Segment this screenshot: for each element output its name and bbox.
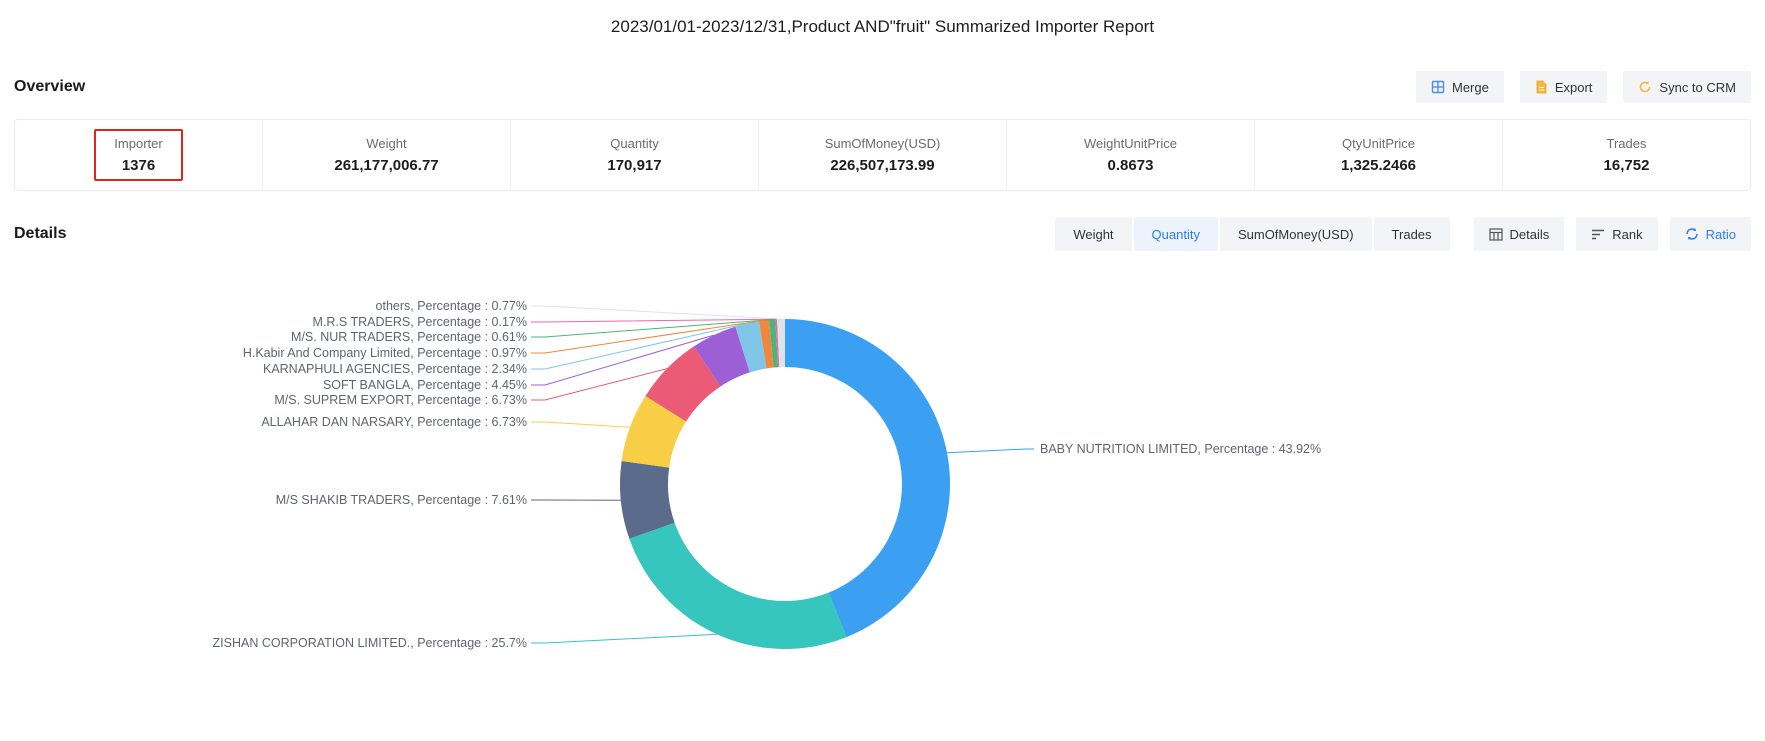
pie-label-m-s-shakib-traders: M/S SHAKIB TRADERS, Percentage : 7.61% [276, 493, 527, 507]
button-label: Export [1555, 80, 1593, 95]
rank-button[interactable]: Rank [1576, 217, 1657, 251]
stat-inner: SumOfMoney(USD) 226,507,173.99 [805, 129, 961, 181]
pie-leader-others [531, 306, 781, 319]
details-icon [1489, 228, 1503, 241]
stat-inner: WeightUnitPrice 0.8673 [1064, 129, 1197, 181]
stat-weight[interactable]: Weight 261,177,006.77 [262, 120, 510, 190]
stat-label: Quantity [607, 136, 661, 151]
stat-value: 226,507,173.99 [825, 157, 941, 174]
pie-label-m-s-suprem-export: M/S. SUPREM EXPORT, Percentage : 6.73% [274, 393, 527, 407]
overview-stats-bar: Importer 1376 Weight 261,177,006.77 Quantity… [14, 119, 1751, 191]
details-heading: Details [14, 225, 66, 243]
tab-trades[interactable]: Trades [1374, 217, 1450, 251]
pie-leader-zishan-corporation-limited [531, 634, 717, 643]
stat-value: 1,325.2466 [1341, 157, 1416, 174]
tab-quantity[interactable]: Quantity [1134, 217, 1218, 251]
pie-leader-baby-nutrition-limited [947, 449, 1034, 453]
button-label: Ratio [1706, 227, 1736, 242]
view-buttons: Details Rank Ratio [1474, 217, 1751, 251]
pie-label-baby-nutrition-limited: BABY NUTRITION LIMITED, Percentage : 43.… [1040, 442, 1321, 456]
stat-value: 0.8673 [1084, 157, 1177, 174]
merge-button[interactable]: Merge [1416, 71, 1504, 103]
stat-quantity[interactable]: Quantity 170,917 [510, 120, 758, 190]
stat-inner: QtyUnitPrice 1,325.2466 [1321, 129, 1436, 181]
stat-value: 261,177,006.77 [334, 157, 438, 174]
stat-weightunitprice[interactable]: WeightUnitPrice 0.8673 [1006, 120, 1254, 190]
metric-tabs: WeightQuantitySumOfMoney(USD)Trades [1055, 217, 1449, 251]
stat-value: 170,917 [607, 157, 661, 174]
stat-inner: Quantity 170,917 [587, 129, 681, 181]
pie-label-h-kabir-and-company-limited: H.Kabir And Company Limited, Percentage … [243, 346, 527, 360]
stat-label: QtyUnitPrice [1341, 136, 1416, 151]
stat-label: Importer [114, 136, 162, 151]
pie-label-karnaphuli-agencies: KARNAPHULI AGENCIES, Percentage : 2.34% [263, 362, 527, 376]
button-label: Sync to CRM [1659, 80, 1736, 95]
pie-slice-zishan-corporation-limited[interactable] [629, 523, 846, 649]
page: 2023/01/01-2023/12/31,Product AND"fruit"… [0, 0, 1765, 741]
overview-actions: Merge Export Sync to CRM [1416, 71, 1751, 103]
merge-icon [1431, 80, 1445, 94]
overview-header: Overview Merge Export Sync to CRM [14, 71, 1751, 103]
stat-qtyunitprice[interactable]: QtyUnitPrice 1,325.2466 [1254, 120, 1502, 190]
sync-to-crm-button[interactable]: Sync to CRM [1623, 71, 1751, 103]
details-header: Details WeightQuantitySumOfMoney(USD)Tra… [14, 217, 1751, 251]
pie-label-m-s-nur-traders: M/S. NUR TRADERS, Percentage : 0.61% [291, 330, 527, 344]
stat-label: SumOfMoney(USD) [825, 136, 941, 151]
pie-slice-baby-nutrition-limited[interactable] [785, 319, 950, 637]
importer-highlight-box: Importer 1376 [94, 129, 182, 181]
stat-value: 1376 [114, 157, 162, 174]
stat-label: WeightUnitPrice [1084, 136, 1177, 151]
details-controls: WeightQuantitySumOfMoney(USD)Trades Deta… [1055, 217, 1751, 251]
pie-label-allahar-dan-narsary: ALLAHAR DAN NARSARY, Percentage : 6.73% [261, 415, 527, 429]
pie-label-soft-bangla: SOFT BANGLA, Percentage : 4.45% [323, 378, 527, 392]
stat-label: Weight [334, 136, 438, 151]
button-label: Rank [1612, 227, 1642, 242]
details-button[interactable]: Details [1474, 217, 1565, 251]
button-label: Merge [1452, 80, 1489, 95]
stat-trades[interactable]: Trades 16,752 [1502, 120, 1750, 190]
ratio-button[interactable]: Ratio [1670, 217, 1751, 251]
pie-label-m-r-s-traders: M.R.S TRADERS, Percentage : 0.17% [313, 315, 527, 329]
stat-sumofmoney-usd[interactable]: SumOfMoney(USD) 226,507,173.99 [758, 120, 1006, 190]
stat-inner: Weight 261,177,006.77 [314, 129, 458, 181]
stat-importer[interactable]: Importer 1376 [15, 120, 262, 190]
ratio-pie-chart: others, Percentage : 0.77% M.R.S TRADERS,… [0, 285, 1765, 741]
stat-value: 16,752 [1604, 157, 1650, 174]
pie-label-zishan-corporation-limited: ZISHAN CORPORATION LIMITED., Percentage … [213, 636, 527, 650]
pie-leader-allahar-dan-narsary [531, 422, 630, 427]
sync-icon [1638, 80, 1652, 94]
pie-label-others: others, Percentage : 0.77% [376, 299, 527, 313]
stat-inner: Trades 16,752 [1584, 129, 1670, 181]
tab-weight[interactable]: Weight [1055, 217, 1131, 251]
stat-label: Trades [1604, 136, 1650, 151]
report-title: 2023/01/01-2023/12/31,Product AND"fruit"… [0, 0, 1765, 37]
export-icon [1535, 80, 1548, 94]
ratio-icon [1685, 227, 1699, 241]
export-button[interactable]: Export [1520, 71, 1608, 103]
overview-heading: Overview [14, 78, 85, 96]
tab-sumofmoney-usd[interactable]: SumOfMoney(USD) [1220, 217, 1372, 251]
button-label: Details [1510, 227, 1550, 242]
rank-icon [1591, 228, 1605, 241]
